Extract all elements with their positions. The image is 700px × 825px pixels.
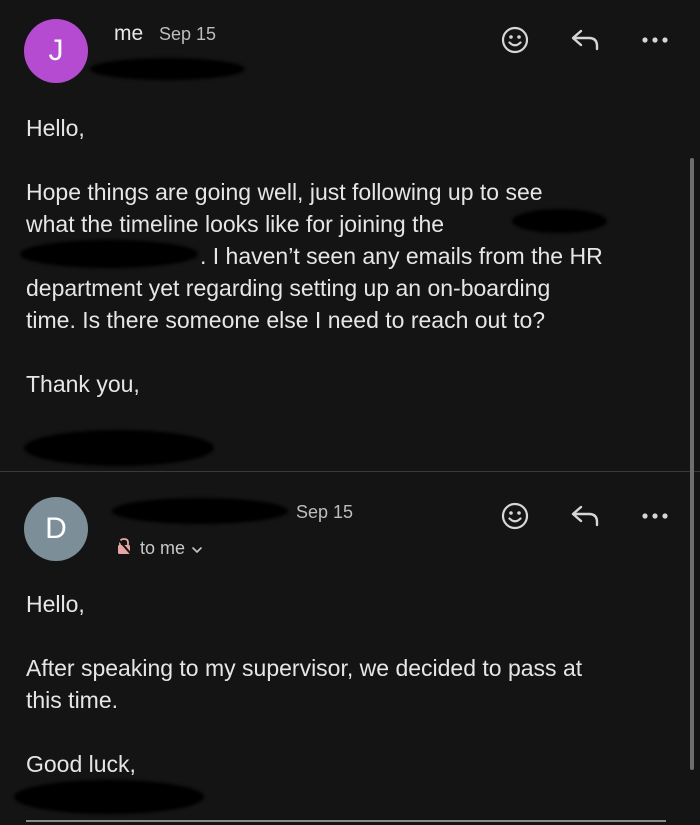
redacted-email	[90, 58, 245, 80]
greeting: Hello,	[26, 115, 85, 141]
greeting: Hello,	[26, 591, 85, 617]
smiley-icon[interactable]	[495, 496, 535, 536]
body-text: . I haven’t seen any emails from the HR	[200, 243, 603, 269]
sender-name[interactable]: me	[114, 22, 143, 46]
avatar-letter: D	[45, 512, 67, 545]
message-actions	[495, 496, 675, 536]
redacted-sender-name[interactable]	[112, 498, 288, 524]
recipient-label: to me	[140, 538, 186, 558]
email-message-2: D Sep 15 to me Hello, After speaking to …	[0, 472, 700, 825]
closing: Good luck,	[26, 751, 136, 777]
redacted-company	[20, 240, 198, 268]
message-date: Sep 15	[159, 24, 217, 44]
message-date: Sep 15	[296, 502, 354, 522]
body-text: what the timeline looks like for joining…	[26, 211, 445, 237]
body-line: Hope things are going well, just followi…	[26, 179, 543, 205]
bottom-divider	[26, 820, 666, 822]
body-line: After speaking to my supervisor, we deci…	[26, 655, 583, 681]
email-message-1: J me Sep 15 Hello, Hope things are going…	[0, 0, 700, 471]
avatar-letter: J	[48, 34, 64, 67]
redacted-signature	[24, 430, 214, 466]
closing: Thank you,	[26, 371, 140, 397]
reply-arrow-icon[interactable]	[565, 20, 605, 60]
message-actions	[495, 20, 675, 60]
reply-arrow-icon[interactable]	[565, 496, 605, 536]
body-line: this time.	[26, 687, 119, 713]
recipient-details[interactable]: to me	[116, 537, 203, 560]
more-dots-icon[interactable]	[635, 20, 675, 60]
more-dots-icon[interactable]	[635, 496, 675, 536]
redacted-signature	[14, 780, 204, 814]
lock-icon	[116, 537, 132, 560]
scrollbar[interactable]	[690, 158, 694, 770]
body-line: department yet regarding setting up an o…	[26, 275, 551, 301]
avatar[interactable]: J	[24, 19, 88, 83]
chevron-down-icon	[191, 538, 203, 559]
redacted-company	[512, 209, 607, 233]
body-line: time. Is there someone else I need to re…	[26, 307, 546, 333]
message-body: Hello, After speaking to my supervisor, …	[26, 588, 660, 780]
avatar[interactable]: D	[24, 497, 88, 561]
smiley-icon[interactable]	[495, 20, 535, 60]
